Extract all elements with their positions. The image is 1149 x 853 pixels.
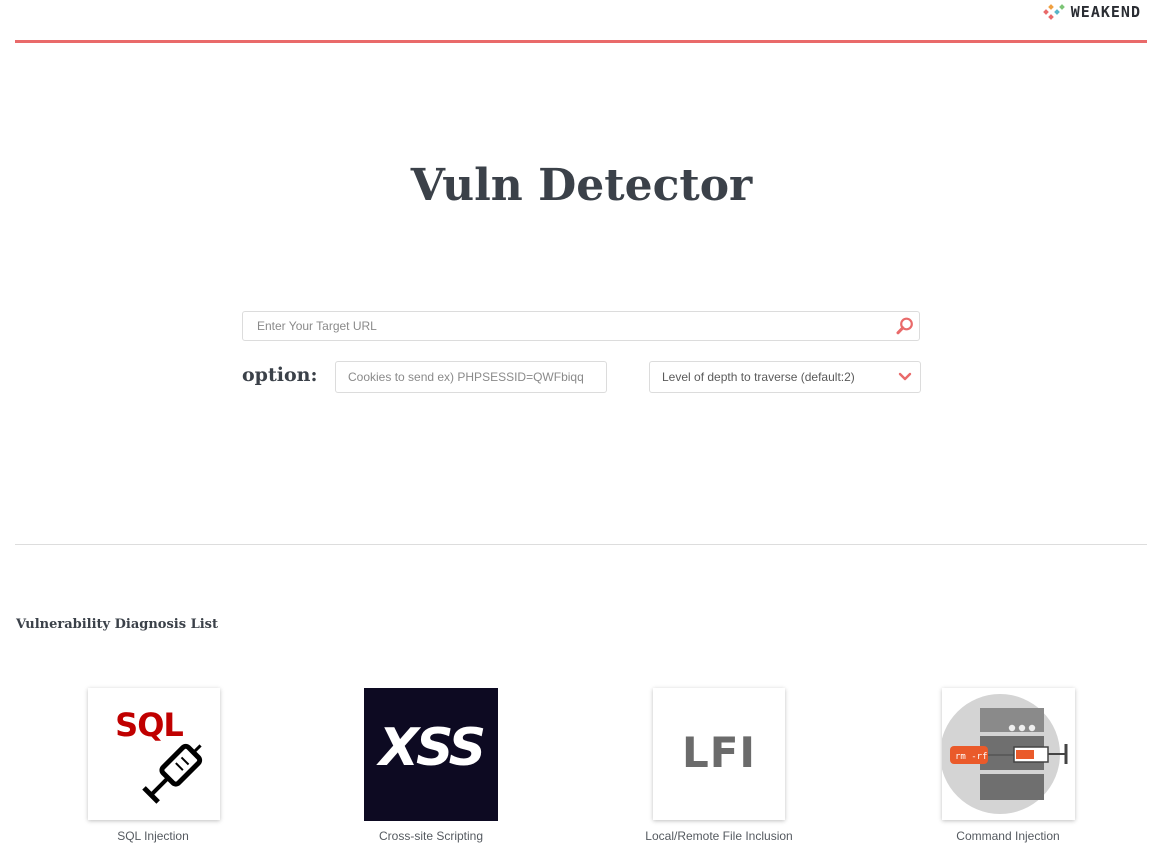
page-title: Vuln Detector — [410, 160, 753, 211]
depth-select[interactable]: Level of depth to traverse (default:2) — [649, 361, 921, 393]
depth-select-value: Level of depth to traverse (default:2) — [662, 370, 855, 384]
vulnerability-list-title: Vulnerability Diagnosis List — [16, 617, 218, 632]
sql-injection-card[interactable]: SQL — [88, 688, 220, 820]
section-divider — [15, 544, 1147, 545]
brand-name: WEAKEND — [1070, 3, 1141, 21]
weakend-logo-icon — [1042, 4, 1065, 20]
sql-injection-label: SQL Injection — [117, 829, 189, 843]
command-tile-text: rm -rf — [955, 752, 988, 762]
header-divider — [15, 40, 1147, 43]
lfi-tile-text: LFI — [681, 728, 757, 777]
xss-card[interactable]: XSS — [364, 688, 498, 821]
cookies-input[interactable] — [335, 361, 607, 393]
lfi-card[interactable]: LFI — [653, 688, 785, 820]
command-injection-label: Command Injection — [956, 829, 1060, 843]
brand-logo[interactable]: WEAKEND — [1042, 3, 1141, 21]
search-button[interactable] — [891, 312, 919, 340]
syringe-icon — [142, 743, 203, 804]
command-injection-card[interactable]: rm -rf — [942, 688, 1075, 820]
lfi-label: Local/Remote File Inclusion — [645, 829, 793, 843]
xss-label: Cross-site Scripting — [378, 829, 484, 843]
target-url-input[interactable] — [255, 312, 891, 340]
target-url-search — [242, 311, 920, 341]
option-label: option: — [242, 364, 318, 386]
search-icon — [896, 317, 913, 335]
chevron-down-icon — [898, 372, 912, 381]
server-syringe-icon: rm -rf — [942, 694, 1068, 814]
xss-tile-text: XSS — [378, 718, 486, 778]
